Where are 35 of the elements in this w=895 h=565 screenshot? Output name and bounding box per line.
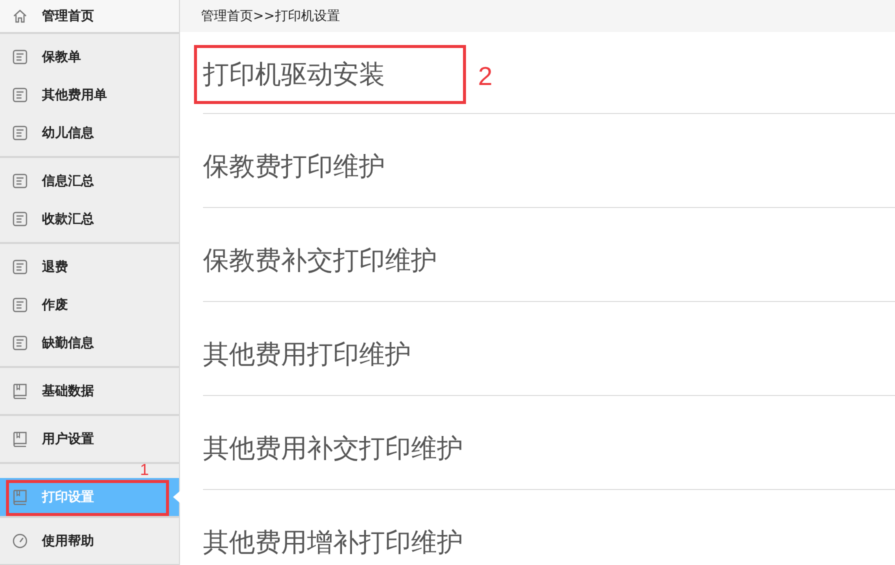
document-icon — [12, 125, 28, 141]
sidebar-item[interactable]: 幼儿信息 — [0, 114, 179, 152]
document-icon — [12, 87, 28, 103]
annotation-number: 1 — [140, 463, 149, 479]
sidebar-item[interactable]: 收款汇总 — [0, 200, 179, 238]
document-icon — [12, 297, 28, 313]
link[interactable]: 其他费用增补打印维护 — [203, 525, 463, 560]
document-icon — [12, 173, 28, 189]
document-icon — [12, 259, 28, 275]
sidebar-item[interactable]: 基础数据 — [0, 372, 179, 410]
sidebar-item[interactable]: 管理首页 — [0, 0, 179, 32]
book-icon — [12, 431, 28, 447]
document-icon — [12, 49, 28, 65]
book-icon — [12, 383, 28, 399]
gauge-icon — [12, 533, 28, 549]
link[interactable]: 其他费用补交打印维护 — [203, 431, 463, 466]
sidebar-item[interactable]: 保教单 — [0, 38, 179, 76]
pointer-icon — [173, 491, 180, 503]
sidebar-item[interactable]: 退费 — [0, 248, 179, 286]
document-icon — [12, 335, 28, 351]
sidebar-item[interactable]: 作废 — [0, 286, 179, 324]
link[interactable]: 保教费打印维护 — [203, 149, 385, 184]
sidebar-item[interactable]: 用户设置 — [0, 420, 179, 458]
sidebar-item[interactable]: 缺勤信息 — [0, 324, 179, 362]
link[interactable]: 打印机驱动安装 — [203, 57, 385, 92]
annotation-number: 2 — [478, 63, 492, 89]
sidebar-item[interactable]: 其他费用单 — [0, 76, 179, 114]
link[interactable]: 其他费用打印维护 — [203, 337, 411, 372]
home-icon — [12, 8, 28, 24]
link[interactable]: 保教费补交打印维护 — [203, 243, 437, 278]
sidebar-item[interactable]: 使用帮助 — [0, 522, 179, 560]
breadcrumb: 管理首页>>打印机设置 — [180, 0, 895, 32]
sidebar-item[interactable]: 信息汇总 — [0, 162, 179, 200]
book-icon — [12, 489, 28, 505]
document-icon — [12, 211, 28, 227]
